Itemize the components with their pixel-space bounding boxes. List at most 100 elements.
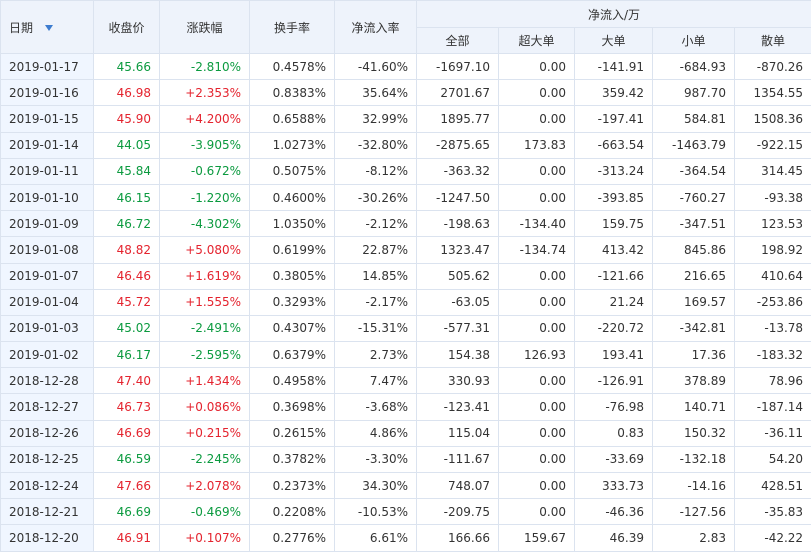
cell-large: 193.41 [574, 341, 653, 369]
cell-close: 48.82 [93, 236, 160, 264]
cell-turnover: 0.2208% [249, 498, 335, 526]
cell-change: +0.086% [159, 393, 250, 421]
header-super[interactable]: 超大单 [498, 27, 575, 54]
cell-large: -46.36 [574, 498, 653, 526]
cell-date: 2018-12-26 [0, 419, 94, 447]
cell-close: 46.91 [93, 524, 160, 552]
cell-all: 330.93 [416, 367, 499, 395]
cell-small: -684.93 [652, 52, 735, 81]
header-close[interactable]: 收盘价 [93, 0, 160, 54]
cell-small: 584.81 [652, 105, 735, 133]
cell-retail: 54.20 [733, 445, 811, 474]
cell-large: -33.69 [574, 445, 653, 474]
header-retail[interactable]: 散单 [733, 27, 811, 54]
table-row: 2019-01-03 45.02 -2.491% 0.4307% -15.31% -577… [0, 314, 811, 343]
header-turnover[interactable]: 换手率 [249, 0, 335, 54]
cell-all: -2875.65 [416, 131, 499, 159]
cell-turnover: 0.8383% [249, 79, 335, 107]
cell-date: 2019-01-15 [0, 105, 94, 133]
cell-super: 0.00 [498, 105, 575, 133]
cell-net-rate: -41.60% [334, 52, 417, 81]
cell-close: 45.90 [93, 105, 160, 133]
cell-all: 505.62 [416, 262, 499, 290]
table-row: 2019-01-15 45.90 +4.200% 0.6588% 32.99% 1895.… [0, 105, 811, 133]
header-all[interactable]: 全部 [416, 27, 499, 54]
header-net-rate[interactable]: 净流入率 [334, 0, 417, 54]
cell-small: 216.65 [652, 262, 735, 290]
cell-retail: 1508.36 [733, 105, 811, 133]
sort-desc-icon[interactable] [45, 25, 54, 31]
cell-retail: 410.64 [733, 262, 811, 290]
cell-date: 2019-01-11 [0, 157, 94, 185]
header-net-group: 净流入/万 [415, 0, 811, 28]
cell-date: 2019-01-03 [0, 314, 94, 343]
table-row: 2019-01-17 45.66 -2.810% 0.4578% -41.60% -169… [0, 52, 811, 81]
cell-change: -2.491% [159, 314, 250, 343]
header-date-label: 日期 [9, 20, 34, 35]
cell-retail: -93.38 [733, 183, 811, 212]
cell-net-rate: 2.73% [334, 341, 417, 369]
cell-retail: 1354.55 [733, 79, 811, 107]
cell-super: 0.00 [498, 79, 575, 107]
table-row: 2019-01-08 48.82 +5.080% 0.6199% 22.87% 1323.… [0, 236, 811, 264]
header-small[interactable]: 小单 [652, 27, 735, 54]
cell-retail: 428.51 [733, 471, 811, 500]
cell-super: -134.40 [498, 210, 575, 238]
cell-turnover: 0.4578% [249, 52, 335, 81]
cell-net-rate: 7.47% [334, 367, 417, 395]
cell-turnover: 0.2373% [249, 471, 335, 500]
cell-close: 47.66 [93, 471, 160, 500]
cell-date: 2018-12-28 [0, 367, 94, 395]
table-row: 2018-12-24 47.66 +2.078% 0.2373% 34.30% 748.0… [0, 471, 811, 500]
cell-super: 0.00 [498, 288, 575, 316]
cell-change: +0.107% [159, 524, 250, 552]
cell-net-rate: 14.85% [334, 262, 417, 290]
cell-super: 0.00 [498, 52, 575, 81]
cell-turnover: 0.6379% [249, 341, 335, 369]
cell-small: -127.56 [652, 498, 735, 526]
cell-change: +1.434% [159, 367, 250, 395]
cell-net-rate: -2.17% [334, 288, 417, 316]
cell-net-rate: -10.53% [334, 498, 417, 526]
table-row: 2019-01-02 46.17 -2.595% 0.6379% 2.73% 154.38… [0, 341, 811, 369]
cell-small: -132.18 [652, 445, 735, 474]
cell-super: 126.93 [498, 341, 575, 369]
table-row: 2018-12-27 46.73 +0.086% 0.3698% -3.68% -123.… [0, 393, 811, 421]
header-large[interactable]: 大单 [574, 27, 653, 54]
cell-change: +1.619% [159, 262, 250, 290]
cell-net-rate: 35.64% [334, 79, 417, 107]
cell-large: -121.66 [574, 262, 653, 290]
cell-large: 333.73 [574, 471, 653, 500]
cell-super: 173.83 [498, 131, 575, 159]
cell-all: -1247.50 [416, 183, 499, 212]
cell-date: 2018-12-24 [0, 471, 94, 500]
cell-retail: -870.26 [733, 52, 811, 81]
cell-large: -76.98 [574, 393, 653, 421]
header-date[interactable]: 日期 [0, 0, 94, 54]
cell-large: 413.42 [574, 236, 653, 264]
cell-date: 2019-01-08 [0, 236, 94, 264]
cell-turnover: 0.4958% [249, 367, 335, 395]
header-change[interactable]: 涨跌幅 [159, 0, 250, 54]
cell-small: 2.83 [652, 524, 735, 552]
cell-date: 2019-01-07 [0, 262, 94, 290]
cell-super: 0.00 [498, 419, 575, 447]
cell-small: 150.32 [652, 419, 735, 447]
cell-close: 44.05 [93, 131, 160, 159]
cell-date: 2018-12-27 [0, 393, 94, 421]
cell-large: -197.41 [574, 105, 653, 133]
cell-super: 0.00 [498, 393, 575, 421]
cell-date: 2018-12-20 [0, 524, 94, 552]
cell-all: 748.07 [416, 471, 499, 500]
cell-retail: 198.92 [733, 236, 811, 264]
cell-close: 46.72 [93, 210, 160, 238]
cell-net-rate: 32.99% [334, 105, 417, 133]
cell-all: 2701.67 [416, 79, 499, 107]
cell-net-rate: -3.30% [334, 445, 417, 474]
cell-close: 46.69 [93, 419, 160, 447]
cell-all: -123.41 [416, 393, 499, 421]
cell-change: +4.200% [159, 105, 250, 133]
table-row: 2018-12-25 46.59 -2.245% 0.3782% -3.30% -111.… [0, 445, 811, 474]
cell-all: 115.04 [416, 419, 499, 447]
cell-change: -0.672% [159, 157, 250, 185]
